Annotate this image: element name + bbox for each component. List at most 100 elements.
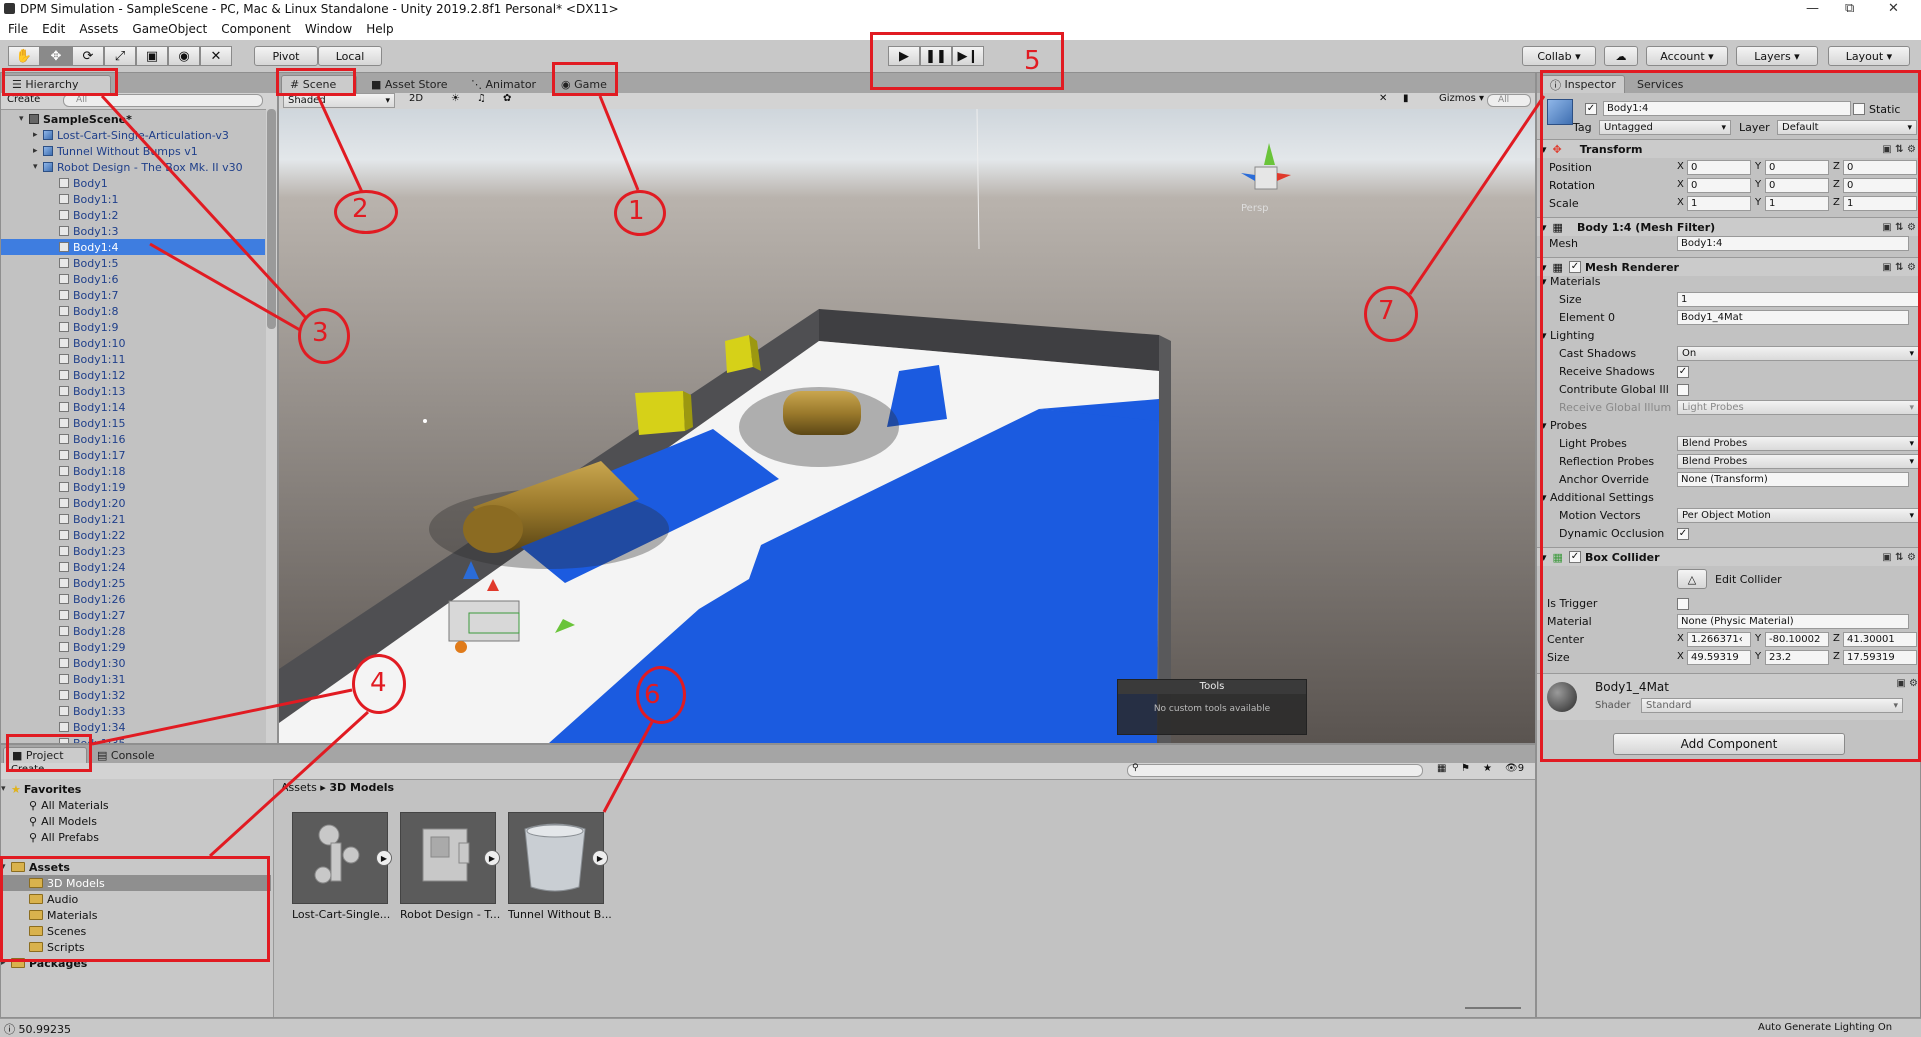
hierarchy-item[interactable]: Body1:2: [1, 207, 265, 223]
hierarchy-item[interactable]: Body1:11: [1, 351, 265, 367]
hierarchy-item[interactable]: Body1:3: [1, 223, 265, 239]
hierarchy-item[interactable]: Body1:8: [1, 303, 265, 319]
hierarchy-item[interactable]: Body1:9: [1, 319, 265, 335]
hierarchy-scroll-thumb[interactable]: [267, 109, 276, 329]
hierarchy-item[interactable]: Body1:23: [1, 543, 265, 559]
hierarchy-item[interactable]: ▸ Lost-Cart-Single-Articulation-v3: [1, 127, 265, 143]
scene-root[interactable]: ▾ SampleScene*: [1, 111, 265, 127]
hierarchy-item[interactable]: Body1:13: [1, 383, 265, 399]
gameobject-icon: [43, 162, 53, 172]
menu-gameobject[interactable]: GameObject: [132, 22, 207, 36]
persp-label[interactable]: Persp: [1241, 203, 1269, 214]
favorite-item[interactable]: ⚲ All Materials: [29, 797, 109, 813]
hierarchy-item[interactable]: Body1:27: [1, 607, 265, 623]
hierarchy-item[interactable]: Body1:18: [1, 463, 265, 479]
menu-edit[interactable]: Edit: [42, 22, 65, 36]
hierarchy-scrollbar[interactable]: [266, 109, 277, 743]
hierarchy-item[interactable]: Body1:16: [1, 431, 265, 447]
hierarchy-item[interactable]: ▾ Robot Design - The Box Mk. II v30: [1, 159, 265, 175]
favorite-item[interactable]: ⚲ All Models: [29, 813, 97, 829]
hierarchy-item[interactable]: Body1:14: [1, 399, 265, 415]
hierarchy-item[interactable]: Body1:7: [1, 287, 265, 303]
close-button[interactable]: ✕: [1888, 1, 1899, 16]
transform-tool-icon[interactable]: ◉: [168, 46, 200, 66]
layout-dropdown[interactable]: Layout ▾: [1828, 46, 1910, 66]
menu-assets[interactable]: Assets: [79, 22, 118, 36]
maximize-button[interactable]: ⧉: [1845, 1, 1854, 16]
move-tool-icon[interactable]: ✥: [40, 46, 72, 66]
hierarchy-item[interactable]: Body1:29: [1, 639, 265, 655]
expand-asset-icon[interactable]: ▶: [484, 850, 500, 866]
tab-asset-store[interactable]: ■ Asset Store: [363, 75, 459, 93]
hidden-count-badge[interactable]: 👁9: [1505, 763, 1524, 774]
expand-asset-icon[interactable]: ▶: [376, 850, 392, 866]
rotate-tool-icon[interactable]: ⟳: [72, 46, 104, 66]
scene-search-input[interactable]: All: [1487, 94, 1531, 107]
pivot-toggle[interactable]: Pivot: [254, 46, 318, 66]
hierarchy-item[interactable]: Body1:4: [1, 239, 265, 255]
hierarchy-item[interactable]: Body1:24: [1, 559, 265, 575]
minimize-button[interactable]: —: [1806, 1, 1819, 16]
hierarchy-item[interactable]: Body1:28: [1, 623, 265, 639]
status-message[interactable]: ⓘ 50.99235: [4, 1021, 71, 1037]
light-toggle-icon[interactable]: ☀: [451, 93, 460, 104]
menu-window[interactable]: Window: [305, 22, 352, 36]
gizmos-dropdown[interactable]: Gizmos ▾: [1439, 93, 1484, 104]
hierarchy-item[interactable]: Body1:25: [1, 575, 265, 591]
hierarchy-item[interactable]: Body1:6: [1, 271, 265, 287]
hierarchy-item[interactable]: Body1:15: [1, 415, 265, 431]
hierarchy-item[interactable]: Body1:30: [1, 655, 265, 671]
hierarchy-item[interactable]: Body1:22: [1, 527, 265, 543]
hierarchy-item-label: Body1:10: [73, 336, 126, 350]
hierarchy-item[interactable]: Body1:1: [1, 191, 265, 207]
favorites-node[interactable]: ▾ ★ Favorites: [1, 781, 81, 797]
effects-toggle-icon[interactable]: ✿: [503, 93, 511, 104]
scale-tool-icon[interactable]: ⤢: [104, 46, 136, 66]
menu-component[interactable]: Component: [221, 22, 291, 36]
account-dropdown[interactable]: Account ▾: [1646, 46, 1728, 66]
expand-asset-icon[interactable]: ▶: [592, 850, 608, 866]
favorite-star-icon[interactable]: ★: [1483, 763, 1492, 774]
hierarchy-item[interactable]: Body1:34: [1, 719, 265, 735]
hierarchy-item[interactable]: Body1:17: [1, 447, 265, 463]
collab-button[interactable]: Collab ▾: [1522, 46, 1596, 66]
local-toggle[interactable]: Local: [318, 46, 382, 66]
camera-icon[interactable]: ▮: [1403, 93, 1409, 104]
hierarchy-item[interactable]: Body1:10: [1, 335, 265, 351]
breadcrumb-assets[interactable]: Assets: [281, 781, 317, 794]
tab-animator[interactable]: ⋱ Animator: [463, 75, 549, 93]
hierarchy-item[interactable]: ▸ Tunnel Without Bumps v1: [1, 143, 265, 159]
hierarchy-item[interactable]: Body1:26: [1, 591, 265, 607]
hand-tool-icon[interactable]: ✋: [8, 46, 40, 66]
breadcrumb-current[interactable]: 3D Models: [329, 781, 394, 794]
favorite-item[interactable]: ⚲ All Prefabs: [29, 829, 99, 845]
audio-toggle-icon[interactable]: ♫: [477, 93, 486, 104]
hierarchy-item[interactable]: Body1:33: [1, 703, 265, 719]
asset-thumbnail[interactable]: [400, 812, 496, 904]
hierarchy-item[interactable]: Body1:12: [1, 367, 265, 383]
hierarchy-item[interactable]: Body1:5: [1, 255, 265, 271]
menu-help[interactable]: Help: [366, 22, 393, 36]
tab-console[interactable]: ▤ Console: [89, 747, 165, 763]
tools-toggle-icon[interactable]: ✕: [1379, 93, 1387, 104]
thumbnail-size-slider[interactable]: [1465, 1007, 1521, 1009]
rect-tool-icon[interactable]: ▣: [136, 46, 168, 66]
gameobject-icon: [59, 258, 69, 268]
hierarchy-item[interactable]: Body1:21: [1, 511, 265, 527]
hierarchy-item[interactable]: Body1:31: [1, 671, 265, 687]
mode-2d-toggle[interactable]: 2D: [409, 93, 423, 104]
cloud-icon[interactable]: ☁: [1604, 46, 1638, 66]
filter-type-icon[interactable]: ▦: [1437, 763, 1446, 774]
menu-file[interactable]: File: [8, 22, 28, 36]
hierarchy-item[interactable]: Body1:20: [1, 495, 265, 511]
hierarchy-item[interactable]: Body1:19: [1, 479, 265, 495]
filter-label-icon[interactable]: ⚑: [1461, 763, 1470, 774]
custom-tool-icon[interactable]: ✕: [200, 46, 232, 66]
asset-thumbnail[interactable]: [292, 812, 388, 904]
scene-viewport[interactable]: Persp Tools No custom tools available: [279, 109, 1535, 743]
asset-thumbnail[interactable]: [508, 812, 604, 904]
project-search-input[interactable]: ⚲: [1127, 763, 1423, 777]
layers-dropdown[interactable]: Layers ▾: [1736, 46, 1818, 66]
hierarchy-item[interactable]: Body1: [1, 175, 265, 191]
hierarchy-item[interactable]: Body1:32: [1, 687, 265, 703]
